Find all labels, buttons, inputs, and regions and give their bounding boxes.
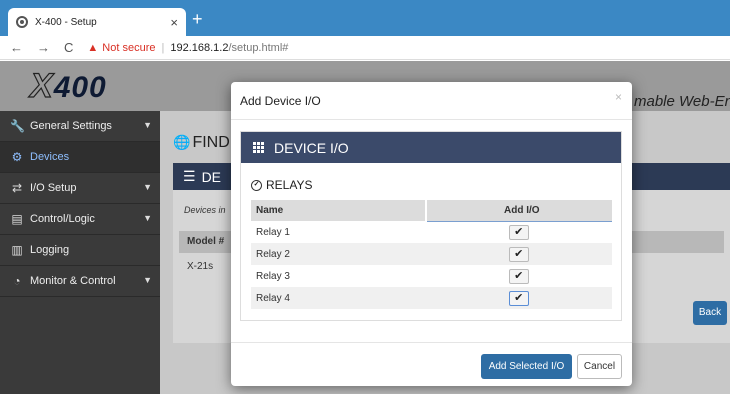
- page-title: 🌐 FIND: [173, 134, 230, 151]
- tab-title: X-400 - Setup: [35, 16, 97, 28]
- wrench-icon: 🔧: [10, 119, 25, 133]
- sidebar-item-control-logic[interactable]: ▤ Control/Logic ▼: [0, 204, 160, 235]
- close-icon[interactable]: ×: [615, 90, 622, 104]
- device-io-header: DEVICE I/O: [241, 132, 621, 163]
- address-bar: ← → C ▲ Not secure | 192.168.1.2 /setup.…: [0, 36, 730, 60]
- gear-icon: ⚙: [11, 150, 23, 164]
- sidebar-item-general-settings[interactable]: 🔧 General Settings ▼: [0, 111, 160, 142]
- add-device-io-modal: Add Device I/O × DEVICE I/O ✓ RELAYS Nam…: [231, 82, 632, 386]
- not-secure-label[interactable]: Not secure: [102, 42, 155, 54]
- relay-name: Relay 2: [251, 243, 426, 265]
- list-icon: ☰: [183, 168, 196, 184]
- header-tagline: mable Web-Ena: [634, 93, 730, 110]
- back-button[interactable]: Back: [693, 301, 727, 325]
- panel-cell: X-21s: [187, 261, 214, 272]
- relay-name: Relay 3: [256, 270, 290, 282]
- warning-triangle-icon[interactable]: ▲: [87, 42, 98, 54]
- sidebar-item-devices[interactable]: ⚙ Devices: [0, 142, 160, 173]
- back-arrow-icon[interactable]: ←: [10, 40, 23, 55]
- sidebar-item-logging[interactable]: ▥ Logging: [0, 235, 160, 266]
- table-row: Relay 3 ✔: [251, 265, 612, 287]
- add-io-checkbox[interactable]: ✔: [508, 224, 529, 240]
- sidebar-item-label: General Settings: [30, 120, 112, 132]
- sidebar-item-io-setup[interactable]: ⇄ I/O Setup ▼: [0, 173, 160, 204]
- chevron-down-icon: ▼: [143, 213, 152, 223]
- sidebar-item-label: Logging: [30, 244, 70, 256]
- server-icon: ▤: [11, 212, 23, 226]
- browser-tab[interactable]: X-400 - Setup ×: [8, 8, 186, 36]
- add-io-checkbox[interactable]: ✔: [508, 246, 529, 262]
- add-io-checkbox[interactable]: ✔: [508, 268, 529, 284]
- chevron-down-icon: ▼: [143, 275, 152, 285]
- relay-name: Relay 4: [251, 287, 426, 309]
- table-row: Relay 1 ✔: [251, 221, 612, 243]
- chevron-down-icon: ▼: [143, 182, 152, 192]
- browser-tabbar: X-400 - Setup × +: [0, 0, 730, 36]
- column-header-name: Name: [251, 200, 427, 221]
- modal-title: Add Device I/O: [240, 93, 321, 108]
- add-io-checkbox[interactable]: ✔: [508, 290, 529, 306]
- relay-name: Relay 1: [256, 226, 290, 238]
- url-path[interactable]: /setup.html#: [228, 42, 288, 54]
- globe-favicon-icon: [16, 16, 28, 28]
- url-host[interactable]: 192.168.1.2: [170, 42, 228, 54]
- cancel-button[interactable]: Cancel: [577, 354, 622, 379]
- table-row: Relay 2 ✔: [251, 243, 612, 265]
- gauge-icon: ◔: [13, 274, 21, 288]
- sidebar-item-label: Control/Logic: [30, 213, 95, 225]
- device-io-box: DEVICE I/O ✓ RELAYS Name Add I/O Relay 1…: [240, 131, 622, 321]
- panel-subtitle: Devices in: [184, 205, 226, 215]
- column-header-add-io: Add I/O: [425, 200, 612, 222]
- bar-chart-icon: ▥: [11, 243, 23, 257]
- add-selected-io-button[interactable]: Add Selected I/O: [481, 354, 572, 379]
- relays-table: Name Add I/O Relay 1 ✔ Relay 2 ✔ Relay 3…: [251, 200, 612, 309]
- device-io-title: DEVICE I/O: [274, 139, 349, 156]
- x400-logo: X400: [29, 66, 107, 105]
- tab-close-icon[interactable]: ×: [170, 15, 178, 30]
- check-circle-icon: ✓: [251, 179, 262, 191]
- globe-icon: 🌐: [173, 134, 191, 150]
- grid-icon: [253, 142, 264, 153]
- chevron-down-icon: ▼: [143, 120, 152, 130]
- sidebar-item-label: Devices: [30, 151, 70, 163]
- forward-arrow-icon[interactable]: →: [37, 40, 50, 55]
- address-separator: |: [161, 41, 165, 54]
- table-row: Relay 4 ✔: [251, 287, 612, 309]
- modal-header: Add Device I/O ×: [231, 82, 632, 120]
- sidebar-item-label: I/O Setup: [30, 182, 77, 194]
- new-tab-button[interactable]: +: [192, 10, 203, 28]
- modal-footer: Add Selected I/O Cancel: [231, 342, 632, 386]
- sidebar-item-monitor-control[interactable]: ◔ Monitor & Control ▼: [0, 266, 160, 297]
- arrows-icon: ⇄: [11, 181, 23, 195]
- sidebar-item-label: Monitor & Control: [30, 275, 116, 287]
- reload-icon[interactable]: C: [64, 40, 73, 55]
- sidebar: 🔧 General Settings ▼ ⚙ Devices ⇄ I/O Set…: [0, 111, 160, 394]
- relays-section-title: ✓ RELAYS: [251, 178, 312, 192]
